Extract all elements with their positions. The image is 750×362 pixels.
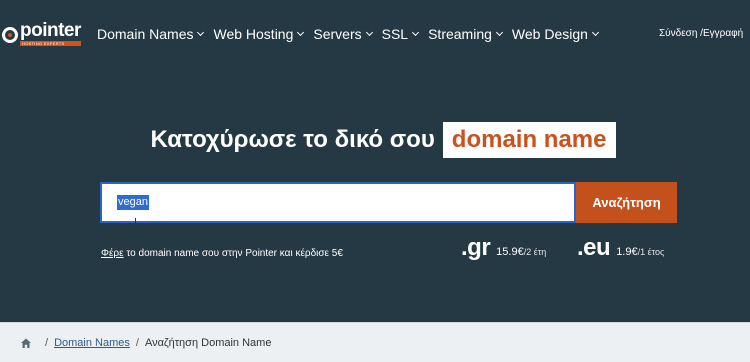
nav-item-domain-names[interactable]: Domain Names — [97, 26, 205, 42]
text-cursor-icon — [135, 218, 136, 227]
tld-price-eu: .eu 1.9€ /1 έτος — [577, 234, 664, 262]
nav-item-label: Streaming — [428, 26, 492, 42]
tld-period: /2 έτη — [523, 247, 547, 257]
tld-price: 15.9€ — [496, 246, 524, 258]
nav-item-web-design[interactable]: Web Design — [511, 26, 599, 42]
tld-price: 1.9€ — [616, 246, 638, 258]
logo-mark-icon — [2, 27, 18, 43]
nav-item-label: SSL — [381, 26, 409, 42]
chevron-down-icon — [412, 28, 420, 37]
logo-text: pointer — [20, 20, 81, 41]
transfer-promo: Φέρε το domain name σου στην Pointer και… — [101, 248, 343, 259]
nav-item-streaming[interactable]: Streaming — [428, 26, 503, 42]
breadcrumb-separator: / — [135, 336, 139, 349]
tld-period: /1 έτος — [637, 247, 665, 257]
nav-item-servers[interactable]: Servers — [313, 26, 373, 42]
home-icon[interactable] — [20, 337, 32, 349]
search-input-value: vegan — [117, 195, 149, 210]
nav-item-label: Domain Names — [97, 26, 194, 42]
breadcrumb-link-domain-names[interactable]: Domain Names — [54, 337, 130, 349]
breadcrumb: / Domain Names / Αναζήτηση Domain Name — [0, 322, 750, 362]
nav-item-ssl[interactable]: SSL — [381, 26, 420, 42]
chevron-down-icon — [495, 28, 503, 37]
breadcrumb-current: Αναζήτηση Domain Name — [144, 336, 272, 349]
nav-item-label: Web Design — [511, 26, 588, 42]
chevron-down-icon — [297, 28, 305, 37]
domain-search-input[interactable]: vegan — [100, 182, 576, 227]
logo-tagline: HOSTING EXPERTS — [20, 41, 81, 46]
main-menu: Domain Names Web Hosting Servers SSL Str… — [97, 26, 608, 42]
chevron-down-icon — [197, 28, 205, 37]
chevron-down-icon — [365, 28, 373, 37]
top-navbar: pointer HOSTING EXPERTS Domain Names Web… — [0, 0, 750, 68]
tld-price-gr: .gr 15.9€ /2 έτη — [461, 234, 546, 262]
breadcrumb-separator: / — [45, 336, 49, 349]
pointer-logo[interactable]: pointer HOSTING EXPERTS — [2, 20, 81, 46]
transfer-link[interactable]: Φέρε — [101, 248, 124, 259]
chevron-down-icon — [591, 28, 599, 37]
nav-item-label: Servers — [313, 26, 362, 42]
hero-title: Κατοχύρωσε το δικό σου — [150, 126, 435, 153]
nav-item-web-hosting[interactable]: Web Hosting — [213, 26, 305, 42]
tld-name: .gr — [461, 234, 491, 261]
tld-name: .eu — [577, 234, 611, 261]
hero-headline: Κατοχύρωσε το δικό σου domain name — [0, 122, 750, 158]
promo-text: το domain name σου στην Pointer και κέρδ… — [123, 248, 343, 259]
login-register-link[interactable]: Σύνδεση /Εγγραφή — [659, 28, 743, 39]
hero-highlight: domain name — [442, 122, 616, 158]
nav-item-label: Web Hosting — [213, 26, 294, 42]
search-button[interactable]: Αναζήτηση — [576, 182, 677, 223]
